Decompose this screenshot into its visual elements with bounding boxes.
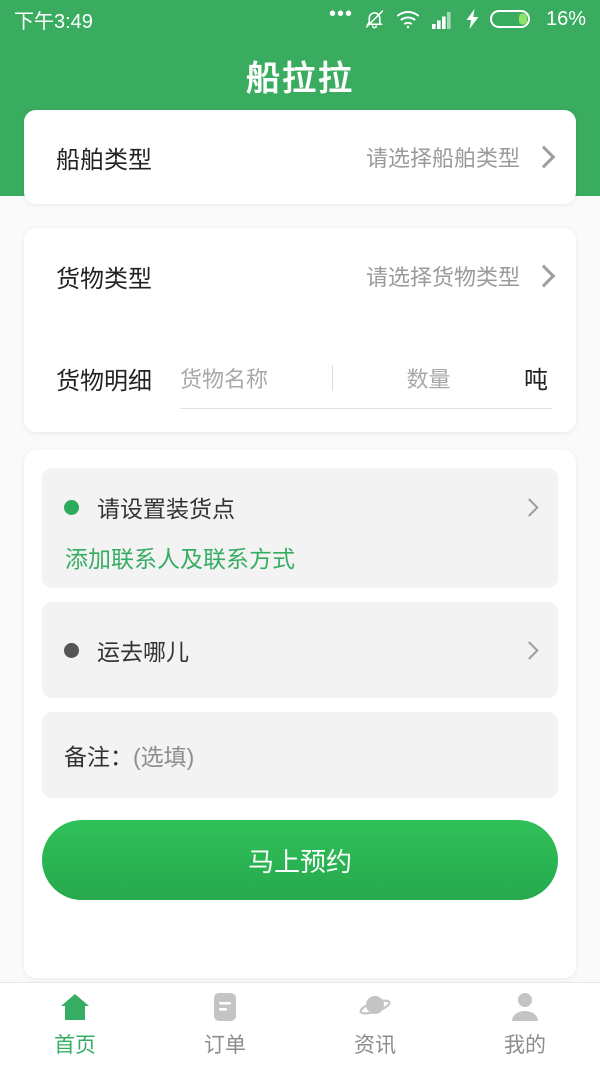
tab-home-label: 首页 [54, 1034, 96, 1057]
cargo-type-row[interactable]: 货物类型 请选择货物类型 [24, 228, 576, 324]
chevron-right-icon [520, 640, 539, 660]
load-point-block[interactable]: 请设置装货点 添加联系人及联系方式 [42, 468, 558, 588]
status-icons: ••• 16% [328, 3, 586, 31]
submit-booking-button[interactable]: 马上预约 [42, 820, 558, 900]
cargo-unit-label: 吨 [524, 367, 548, 394]
home-icon [59, 991, 91, 1023]
load-point-row[interactable]: 请设置装货点 [64, 490, 539, 524]
chevron-right-icon [520, 497, 539, 517]
order-document-icon [211, 991, 239, 1023]
note-block[interactable]: 备注： (选填) [42, 712, 558, 798]
tab-home[interactable]: 首页 [0, 983, 150, 1067]
more-dots-icon: ••• [328, 3, 353, 25]
route-card: 请设置装货点 添加联系人及联系方式 运去哪儿 备注： (选填) 马上预约 [24, 450, 576, 978]
cargo-detail-label: 货物明细 [56, 367, 152, 395]
signal-bars-icon [431, 10, 455, 29]
wifi-icon [396, 10, 420, 29]
ship-type-label: 船舶类型 [56, 146, 152, 174]
battery-icon [489, 9, 532, 29]
planet-news-icon [358, 991, 392, 1023]
chevron-right-icon [532, 264, 556, 288]
chevron-right-icon [532, 145, 556, 169]
green-dot-icon [64, 499, 79, 515]
ship-type-card: 船舶类型 请选择船舶类型 [24, 110, 576, 204]
cargo-detail-row: 货物明细 货物名称 数量 吨 [24, 324, 576, 432]
status-time: 下午3:49 [14, 10, 93, 33]
cargo-type-value: 请选择货物类型 [365, 265, 520, 290]
note-label: 备注： [64, 744, 133, 770]
person-icon [511, 991, 539, 1023]
page-title: 船拉拉 [246, 59, 354, 98]
tab-profile-label: 我的 [504, 1034, 546, 1057]
note-placeholder[interactable]: (选填) [133, 738, 194, 772]
tab-orders[interactable]: 订单 [150, 983, 300, 1067]
destination-block[interactable]: 运去哪儿 [42, 602, 558, 698]
destination-text: 运去哪儿 [97, 639, 189, 665]
bell-muted-icon [364, 8, 385, 30]
add-contact-link[interactable]: 添加联系人及联系方式 [65, 540, 536, 574]
status-bar: 下午3:49 ••• 16% [0, 0, 600, 38]
cargo-card: 货物类型 请选择货物类型 货物明细 货物名称 数量 吨 [24, 228, 576, 432]
cargo-detail-fields: 货物名称 数量 吨 [180, 347, 552, 409]
cargo-name-input[interactable]: 货物名称 [180, 362, 332, 394]
tab-orders-label: 订单 [204, 1034, 246, 1057]
ship-type-row[interactable]: 船舶类型 请选择船舶类型 [24, 110, 576, 204]
ship-type-value: 请选择船舶类型 [365, 146, 520, 171]
bottom-tab-bar: 首页 订单 资讯 我的 [0, 982, 600, 1067]
load-point-text: 请设置装货点 [97, 496, 235, 522]
tab-news[interactable]: 资讯 [300, 983, 450, 1067]
battery-percent: 16% [545, 7, 586, 30]
charging-bolt-icon [466, 9, 479, 29]
dark-dot-icon [64, 642, 79, 658]
tab-news-label: 资讯 [354, 1034, 396, 1057]
cargo-quantity-input[interactable]: 数量 [333, 362, 524, 394]
cargo-type-label: 货物类型 [56, 265, 152, 293]
tab-profile[interactable]: 我的 [450, 983, 600, 1067]
destination-row[interactable]: 运去哪儿 [64, 633, 539, 667]
